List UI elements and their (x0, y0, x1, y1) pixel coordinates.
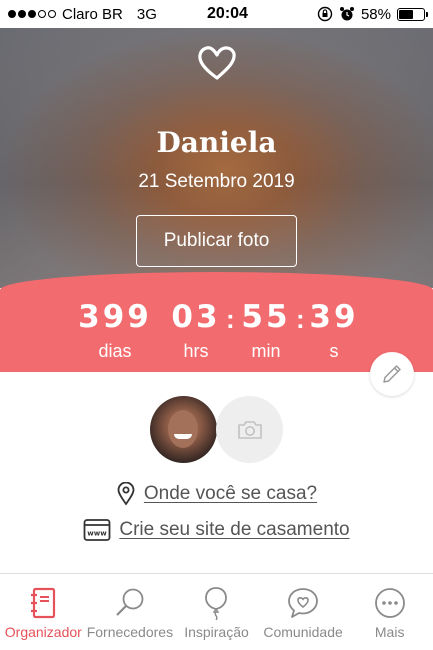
clock: 20:04 (207, 5, 248, 22)
tab-inspiracao[interactable]: Inspiração (173, 584, 260, 650)
divider (0, 573, 433, 574)
countdown-minutes: 55 min (241, 299, 291, 362)
tab-comunidade[interactable]: Comunidade (260, 584, 347, 650)
tab-bar: Organizador Fornecedores Inspiração Comu… (0, 584, 433, 650)
create-website-label[interactable]: Crie seu site de casamento (119, 519, 349, 541)
tab-organizador[interactable]: Organizador (0, 584, 87, 650)
wedding-location-link[interactable]: Onde você se casa? (0, 482, 433, 506)
signal-strength-icon (8, 10, 56, 18)
battery-icon (397, 7, 428, 21)
countdown-separator: : (226, 304, 235, 334)
countdown-separator: : (296, 304, 305, 334)
camera-icon (237, 420, 262, 439)
rotation-lock-icon (317, 6, 333, 22)
website-icon: www (83, 519, 111, 541)
add-partner-photo-button[interactable] (216, 396, 283, 463)
planner-icon (31, 587, 56, 619)
wedding-date: 21 Setembro 2019 (138, 171, 295, 192)
tab-mais[interactable]: Mais (346, 584, 433, 650)
location-pin-icon (117, 482, 135, 506)
alarm-icon (339, 7, 354, 21)
countdown-days: 399 dias (78, 299, 152, 362)
countdown-seconds: 39 s (309, 299, 359, 362)
battery-percent: 58% (360, 5, 391, 23)
status-bar: Claro BR 3G 20:04 58% (0, 0, 433, 28)
chat-heart-icon (288, 588, 318, 618)
avatar[interactable] (150, 396, 217, 463)
balloon-icon (205, 587, 228, 621)
wedding-location-label[interactable]: Onde você se casa? (144, 483, 317, 505)
publish-photo-button[interactable]: Publicar foto (136, 215, 297, 267)
svg-text:www: www (88, 530, 108, 538)
couple-name: Daniela (156, 126, 277, 159)
more-icon (374, 588, 405, 618)
tab-fornecedores[interactable]: Fornecedores (87, 584, 174, 650)
cover-photo: Daniela 21 Setembro 2019 Publicar foto (0, 28, 433, 288)
pencil-icon (383, 365, 401, 383)
edit-button[interactable] (370, 352, 414, 396)
countdown-hours: 03 hrs (171, 299, 221, 362)
heart-icon (198, 46, 236, 80)
create-website-link[interactable]: www Crie seu site de casamento (0, 518, 433, 542)
search-icon (116, 588, 144, 616)
countdown-banner: 399 dias 03 hrs : 55 min : 39 s (0, 272, 433, 372)
carrier-name: Claro BR (62, 5, 123, 23)
